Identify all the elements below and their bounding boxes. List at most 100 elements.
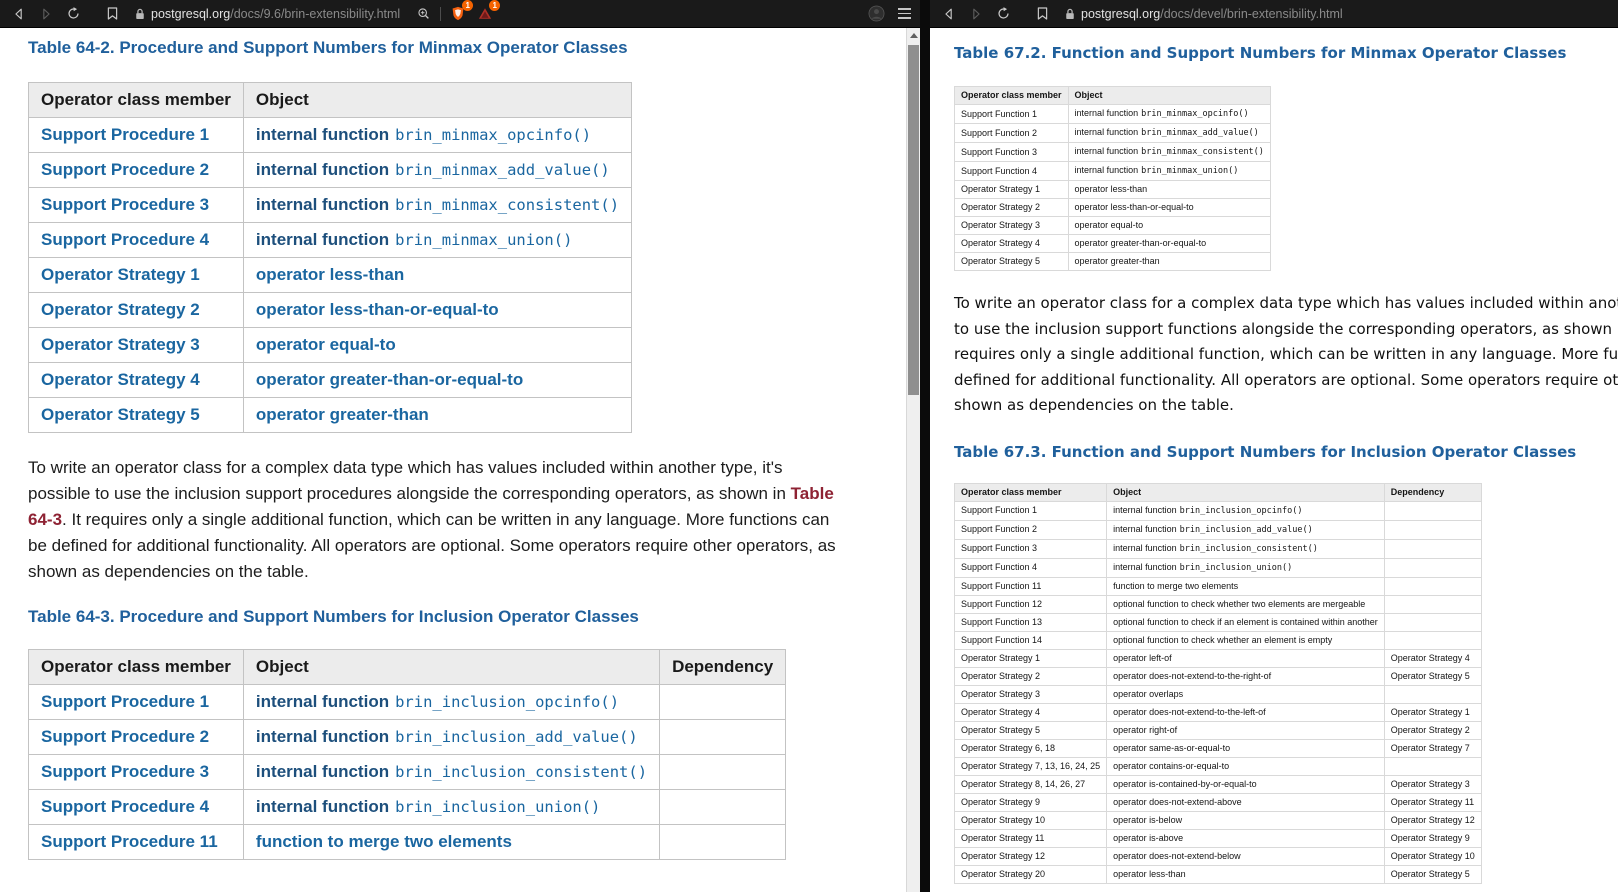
table-row: Support Procedure 4 internal functionbri… (29, 223, 632, 258)
operator-class-member-cell: Support Procedure 3 (29, 755, 244, 790)
object-code: brin_minmax_consistent() (395, 196, 619, 214)
scrollbar[interactable] (906, 28, 920, 892)
object-text: operator contains-or-equal-to (1113, 761, 1229, 771)
reload-button[interactable] (993, 4, 1013, 24)
page-zoom-button[interactable] (413, 4, 433, 24)
dependency-cell: Operator Strategy 11 (1384, 793, 1481, 811)
object-code: brin_inclusion_union() (395, 798, 600, 816)
operator-class-member-cell: Support Function 4 (955, 162, 1069, 181)
object-cell: operator greater-than-or-equal-to (1068, 235, 1270, 253)
operator-class-member-cell: Operator Strategy 2 (955, 199, 1069, 217)
right-page: Table 67.2. Function and Support Numbers… (930, 28, 1618, 892)
table-64-2-caption: Table 64-2. Procedure and Support Number… (28, 38, 888, 58)
table-row: Support Procedure 2 internal functionbri… (29, 720, 786, 755)
reload-button[interactable] (63, 4, 83, 24)
lock-icon (1065, 8, 1075, 20)
operator-class-member-cell: Operator Strategy 5 (29, 398, 244, 433)
scrollbar-up-button[interactable] (907, 28, 920, 42)
object-cell: operator greater-than (243, 398, 631, 433)
column-header: Operator class member (955, 483, 1107, 501)
lock-icon (135, 8, 145, 20)
object-cell: operator contains-or-equal-to (1107, 757, 1385, 775)
profile-avatar-icon (868, 5, 885, 22)
table-67-2-caption: Table 67.2. Function and Support Numbers… (954, 44, 1618, 62)
object-text: optional function to check if an element… (1113, 617, 1378, 627)
table-row: Operator Strategy 3 operator equal-to (29, 328, 632, 363)
object-cell: function to merge two elements (243, 825, 659, 860)
table-row: Operator Strategy 1 operator left-of Ope… (955, 649, 1482, 667)
operator-class-member-cell: Operator Strategy 2 (955, 667, 1107, 685)
dependency-cell (1384, 558, 1481, 577)
dependency-cell (660, 720, 786, 755)
forward-button[interactable] (36, 4, 56, 24)
object-text: operator greater-than-or-equal-to (1075, 238, 1207, 248)
table-row: Support Function 1 internal functionbrin… (955, 105, 1271, 124)
object-text: operator does-not-extend-to-the-left-of (1113, 707, 1266, 717)
object-code: brin_inclusion_consistent() (1180, 544, 1318, 554)
object-code: brin_inclusion_add_value() (395, 728, 638, 746)
operator-class-member-cell: Operator Strategy 1 (29, 258, 244, 293)
object-text: operator does-not-extend-above (1113, 797, 1242, 807)
operator-class-member-cell: Support Procedure 1 (29, 685, 244, 720)
operator-class-member-cell: Support Procedure 4 (29, 223, 244, 258)
object-text: operator left-of (1113, 653, 1172, 663)
dependency-cell: Operator Strategy 3 (1384, 775, 1481, 793)
object-cell: operator equal-to (1068, 217, 1270, 235)
object-code: brin_minmax_union() (1141, 166, 1238, 176)
object-text: operator is-above (1113, 833, 1183, 843)
minmax-operator-classes-table: Operator class memberObject Support Proc… (28, 82, 632, 433)
column-header: Operator class member (955, 87, 1069, 105)
scrollbar-thumb[interactable] (908, 45, 919, 395)
operator-class-member-cell: Support Function 11 (955, 577, 1107, 595)
shield-badge: 1 (462, 0, 473, 11)
operator-class-member-cell: Operator Strategy 6, 18 (955, 739, 1107, 757)
table-row: Support Procedure 11 function to merge t… (29, 825, 786, 860)
object-cell: internal functionbrin_inclusion_union() (1107, 558, 1385, 577)
bookmark-button[interactable] (102, 4, 122, 24)
back-button[interactable] (939, 4, 959, 24)
object-text: operator same-as-or-equal-to (1113, 743, 1230, 753)
table-row: Operator Strategy 5 operator right-of Op… (955, 721, 1482, 739)
table-row: Operator Strategy 4 operator greater-tha… (955, 235, 1271, 253)
shield-extension-button[interactable]: 1 (448, 4, 468, 24)
object-cell: operator does-not-extend-to-the-left-of (1107, 703, 1385, 721)
object-cell: operator overlaps (1107, 685, 1385, 703)
triangle-extension-button[interactable]: 1 (475, 4, 495, 24)
object-cell: operator left-of (1107, 649, 1385, 667)
table-row: Support Function 1 internal functionbrin… (955, 501, 1482, 520)
dependency-cell (1384, 757, 1481, 775)
table-row: Support Procedure 2 internal functionbri… (29, 153, 632, 188)
url-path: /docs/9.6/brin-extensibility.html (230, 7, 400, 21)
object-cell: internal functionbrin_minmax_add_value() (243, 153, 631, 188)
operator-class-member-cell: Support Procedure 1 (29, 118, 244, 153)
operator-class-member-cell: Support Function 1 (955, 105, 1069, 124)
operator-class-member-cell: Operator Strategy 20 (955, 865, 1107, 883)
object-cell: internal functionbrin_inclusion_add_valu… (1107, 520, 1385, 539)
address-bar[interactable]: postgresql.org/docs/9.6/brin-extensibili… (129, 7, 406, 21)
operator-class-member-cell: Operator Strategy 1 (955, 181, 1069, 199)
object-cell: operator less-than-or-equal-to (243, 293, 631, 328)
forward-button[interactable] (966, 4, 986, 24)
object-text: operator equal-to (256, 335, 396, 354)
object-code: brin_inclusion_opcinfo() (1180, 506, 1303, 516)
dependency-cell: Operator Strategy 5 (1384, 865, 1481, 883)
object-kind-label: internal function (256, 125, 389, 144)
object-code: brin_minmax_opcinfo() (395, 126, 591, 144)
object-text: operator right-of (1113, 725, 1177, 735)
extension-badge: 1 (489, 0, 500, 11)
back-button[interactable] (9, 4, 29, 24)
object-kind-label: internal function (1075, 146, 1139, 156)
object-cell: internal functionbrin_minmax_consistent(… (243, 188, 631, 223)
back-icon (942, 7, 956, 21)
menu-button[interactable] (898, 8, 911, 19)
dependency-cell (660, 755, 786, 790)
profile-button[interactable] (866, 4, 886, 24)
table-row: Support Procedure 3 internal functionbri… (29, 755, 786, 790)
object-cell: internal function brin_minmax_opcinfo() (243, 118, 631, 153)
object-text: operator does-not-extend-to-the-right-of (1113, 671, 1271, 681)
operator-class-member-cell: Operator Strategy 10 (955, 811, 1107, 829)
bookmark-button[interactable] (1032, 4, 1052, 24)
object-code: brin_inclusion_union() (1180, 563, 1293, 573)
address-bar[interactable]: postgresql.org/docs/devel/brin-extensibi… (1059, 7, 1349, 21)
operator-class-member-cell: Operator Strategy 2 (29, 293, 244, 328)
